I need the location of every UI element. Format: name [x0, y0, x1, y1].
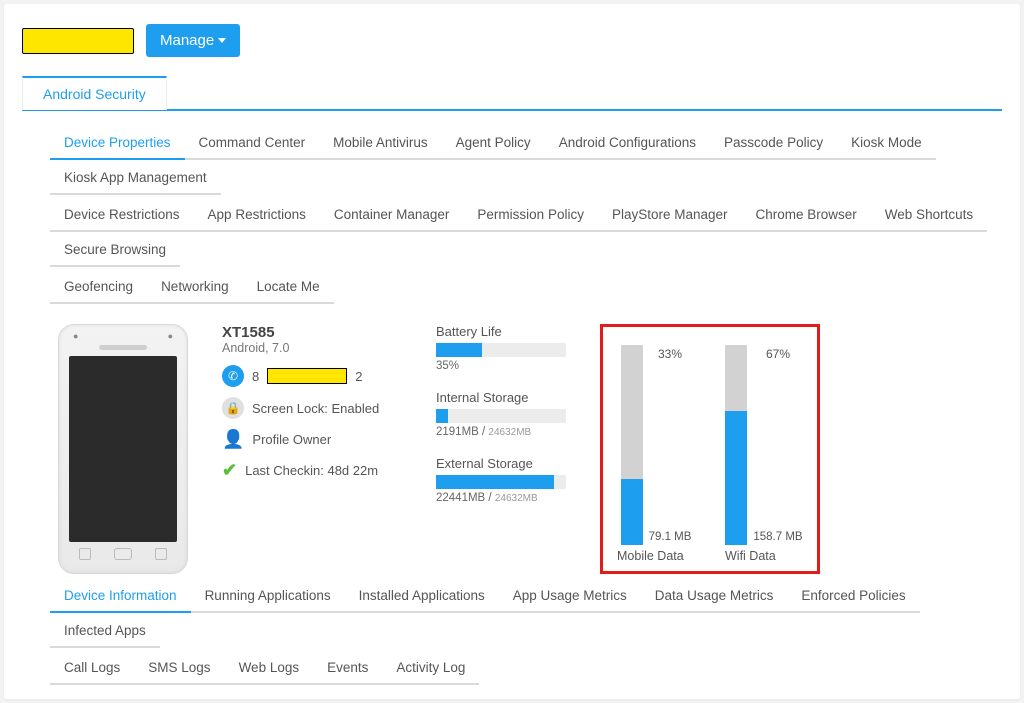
device-os: Android, 7.0	[222, 341, 412, 355]
tab-geofencing[interactable]: Geofencing	[50, 269, 147, 304]
tab-kiosk-mode[interactable]: Kiosk Mode	[837, 125, 936, 160]
tab-device-information[interactable]: Device Information	[50, 578, 191, 613]
external-bar	[436, 475, 566, 489]
tab-app-restrictions[interactable]: App Restrictions	[194, 197, 320, 232]
tab-app-usage-metrics[interactable]: App Usage Metrics	[499, 578, 641, 613]
external-label: External Storage	[436, 456, 576, 471]
manage-label: Manage	[160, 32, 214, 49]
tab-enforced-policies[interactable]: Enforced Policies	[787, 578, 919, 613]
device-phone-row: ✆ 8 2	[222, 365, 412, 387]
wifi-data-bar	[725, 345, 747, 545]
wifi-data-col: 67% 158.7 MB Wifi Data	[725, 345, 803, 563]
device-tabs-row-3: Geofencing Networking Locate Me	[22, 269, 1002, 304]
mobile-data-title: Mobile Data	[617, 549, 695, 563]
battery-label: Battery Life	[436, 324, 576, 339]
external-val: 22441MB / 24632MB	[436, 492, 576, 504]
wifi-data-title: Wifi Data	[725, 549, 803, 563]
device-name-redacted	[22, 28, 134, 54]
checkin-row: ✔ Last Checkin: 48d 22m	[222, 460, 412, 481]
device-management-panel: Manage Android Security Device Propertie…	[4, 4, 1020, 699]
tab-sms-logs[interactable]: SMS Logs	[134, 650, 224, 685]
mobile-data-col: 33% 79.1 MB Mobile Data	[617, 345, 695, 563]
mobile-data-pct: 33%	[649, 347, 692, 361]
tab-passcode-policy[interactable]: Passcode Policy	[710, 125, 837, 160]
screen-lock-row: 🔒 Screen Lock: Enabled	[222, 397, 412, 419]
tab-playstore-manager[interactable]: PlayStore Manager	[598, 197, 742, 232]
tab-agent-policy[interactable]: Agent Policy	[442, 125, 545, 160]
mobile-data-fill	[621, 479, 643, 545]
tab-web-logs[interactable]: Web Logs	[225, 650, 314, 685]
wifi-data-fill	[725, 411, 747, 545]
tab-device-restrictions[interactable]: Device Restrictions	[50, 197, 194, 232]
checkin-text: Last Checkin: 48d 22m	[245, 463, 378, 478]
tab-chrome-browser[interactable]: Chrome Browser	[742, 197, 871, 232]
tab-command-center[interactable]: Command Center	[185, 125, 320, 160]
tab-android-configurations[interactable]: Android Configurations	[545, 125, 710, 160]
tab-web-shortcuts[interactable]: Web Shortcuts	[871, 197, 987, 232]
internal-group: Internal Storage 2191MB / 24632MB	[436, 390, 576, 438]
owner-text: Profile Owner	[252, 432, 331, 447]
phone-icon: ✆	[222, 365, 244, 387]
tab-secure-browsing[interactable]: Secure Browsing	[50, 232, 180, 267]
internal-val: 2191MB / 24632MB	[436, 426, 576, 438]
external-fill	[436, 475, 554, 489]
chevron-down-icon	[218, 38, 226, 43]
manage-button[interactable]: Manage	[146, 24, 240, 57]
external-group: External Storage 22441MB / 24632MB	[436, 456, 576, 504]
device-tabs-row: Device Properties Command Center Mobile …	[22, 125, 1002, 195]
tab-device-properties[interactable]: Device Properties	[50, 125, 185, 160]
screen-lock-text: Screen Lock: Enabled	[252, 401, 379, 416]
battery-fill	[436, 343, 482, 357]
phone-suffix: 2	[355, 369, 362, 384]
mobile-data-amt: 79.1 MB	[649, 531, 692, 543]
mobile-data-bar	[621, 345, 643, 545]
tab-running-applications[interactable]: Running Applications	[191, 578, 345, 613]
content-area: ●● XT1585 Android, 7.0 ✆ 82 🔒 Screen Loc…	[22, 306, 1002, 578]
tab-mobile-antivirus[interactable]: Mobile Antivirus	[319, 125, 442, 160]
tab-infected-apps[interactable]: Infected Apps	[50, 613, 160, 648]
battery-bar	[436, 343, 566, 357]
tab-events[interactable]: Events	[313, 650, 382, 685]
internal-label: Internal Storage	[436, 390, 576, 405]
tab-networking[interactable]: Networking	[147, 269, 243, 304]
phone-prefix: 8	[252, 369, 259, 384]
tab-call-logs[interactable]: Call Logs	[50, 650, 134, 685]
internal-fill	[436, 409, 448, 423]
wifi-data-pct: 67%	[753, 347, 802, 361]
lock-icon: 🔒	[222, 397, 244, 419]
phone-back-icon	[79, 548, 91, 560]
detail-tabs: Device Information Running Applications …	[22, 578, 1002, 648]
phone-home-icon	[114, 548, 132, 560]
log-tabs: Call Logs SMS Logs Web Logs Events Activ…	[22, 650, 1002, 685]
device-tabs-row-2: Device Restrictions App Restrictions Con…	[22, 197, 1002, 267]
battery-pct: 35%	[436, 360, 576, 372]
security-tab-bar: Android Security	[22, 75, 1002, 111]
internal-bar	[436, 409, 566, 423]
tab-data-usage-metrics[interactable]: Data Usage Metrics	[641, 578, 788, 613]
tab-installed-applications[interactable]: Installed Applications	[345, 578, 499, 613]
battery-group: Battery Life 35%	[436, 324, 576, 372]
tab-android-security[interactable]: Android Security	[22, 76, 167, 110]
phone-redacted	[267, 368, 347, 384]
tab-kiosk-app-management[interactable]: Kiosk App Management	[50, 160, 221, 195]
device-model: XT1585	[222, 324, 412, 341]
phone-recent-icon	[155, 548, 167, 560]
tab-container-manager[interactable]: Container Manager	[320, 197, 464, 232]
check-icon: ✔	[222, 460, 237, 481]
header-row: Manage	[22, 24, 1002, 57]
tab-locate-me[interactable]: Locate Me	[243, 269, 334, 304]
wifi-data-amt: 158.7 MB	[753, 531, 802, 543]
tab-permission-policy[interactable]: Permission Policy	[463, 197, 598, 232]
tab-activity-log[interactable]: Activity Log	[382, 650, 479, 685]
owner-row: 👤 Profile Owner	[222, 429, 412, 450]
person-icon: 👤	[222, 429, 244, 450]
